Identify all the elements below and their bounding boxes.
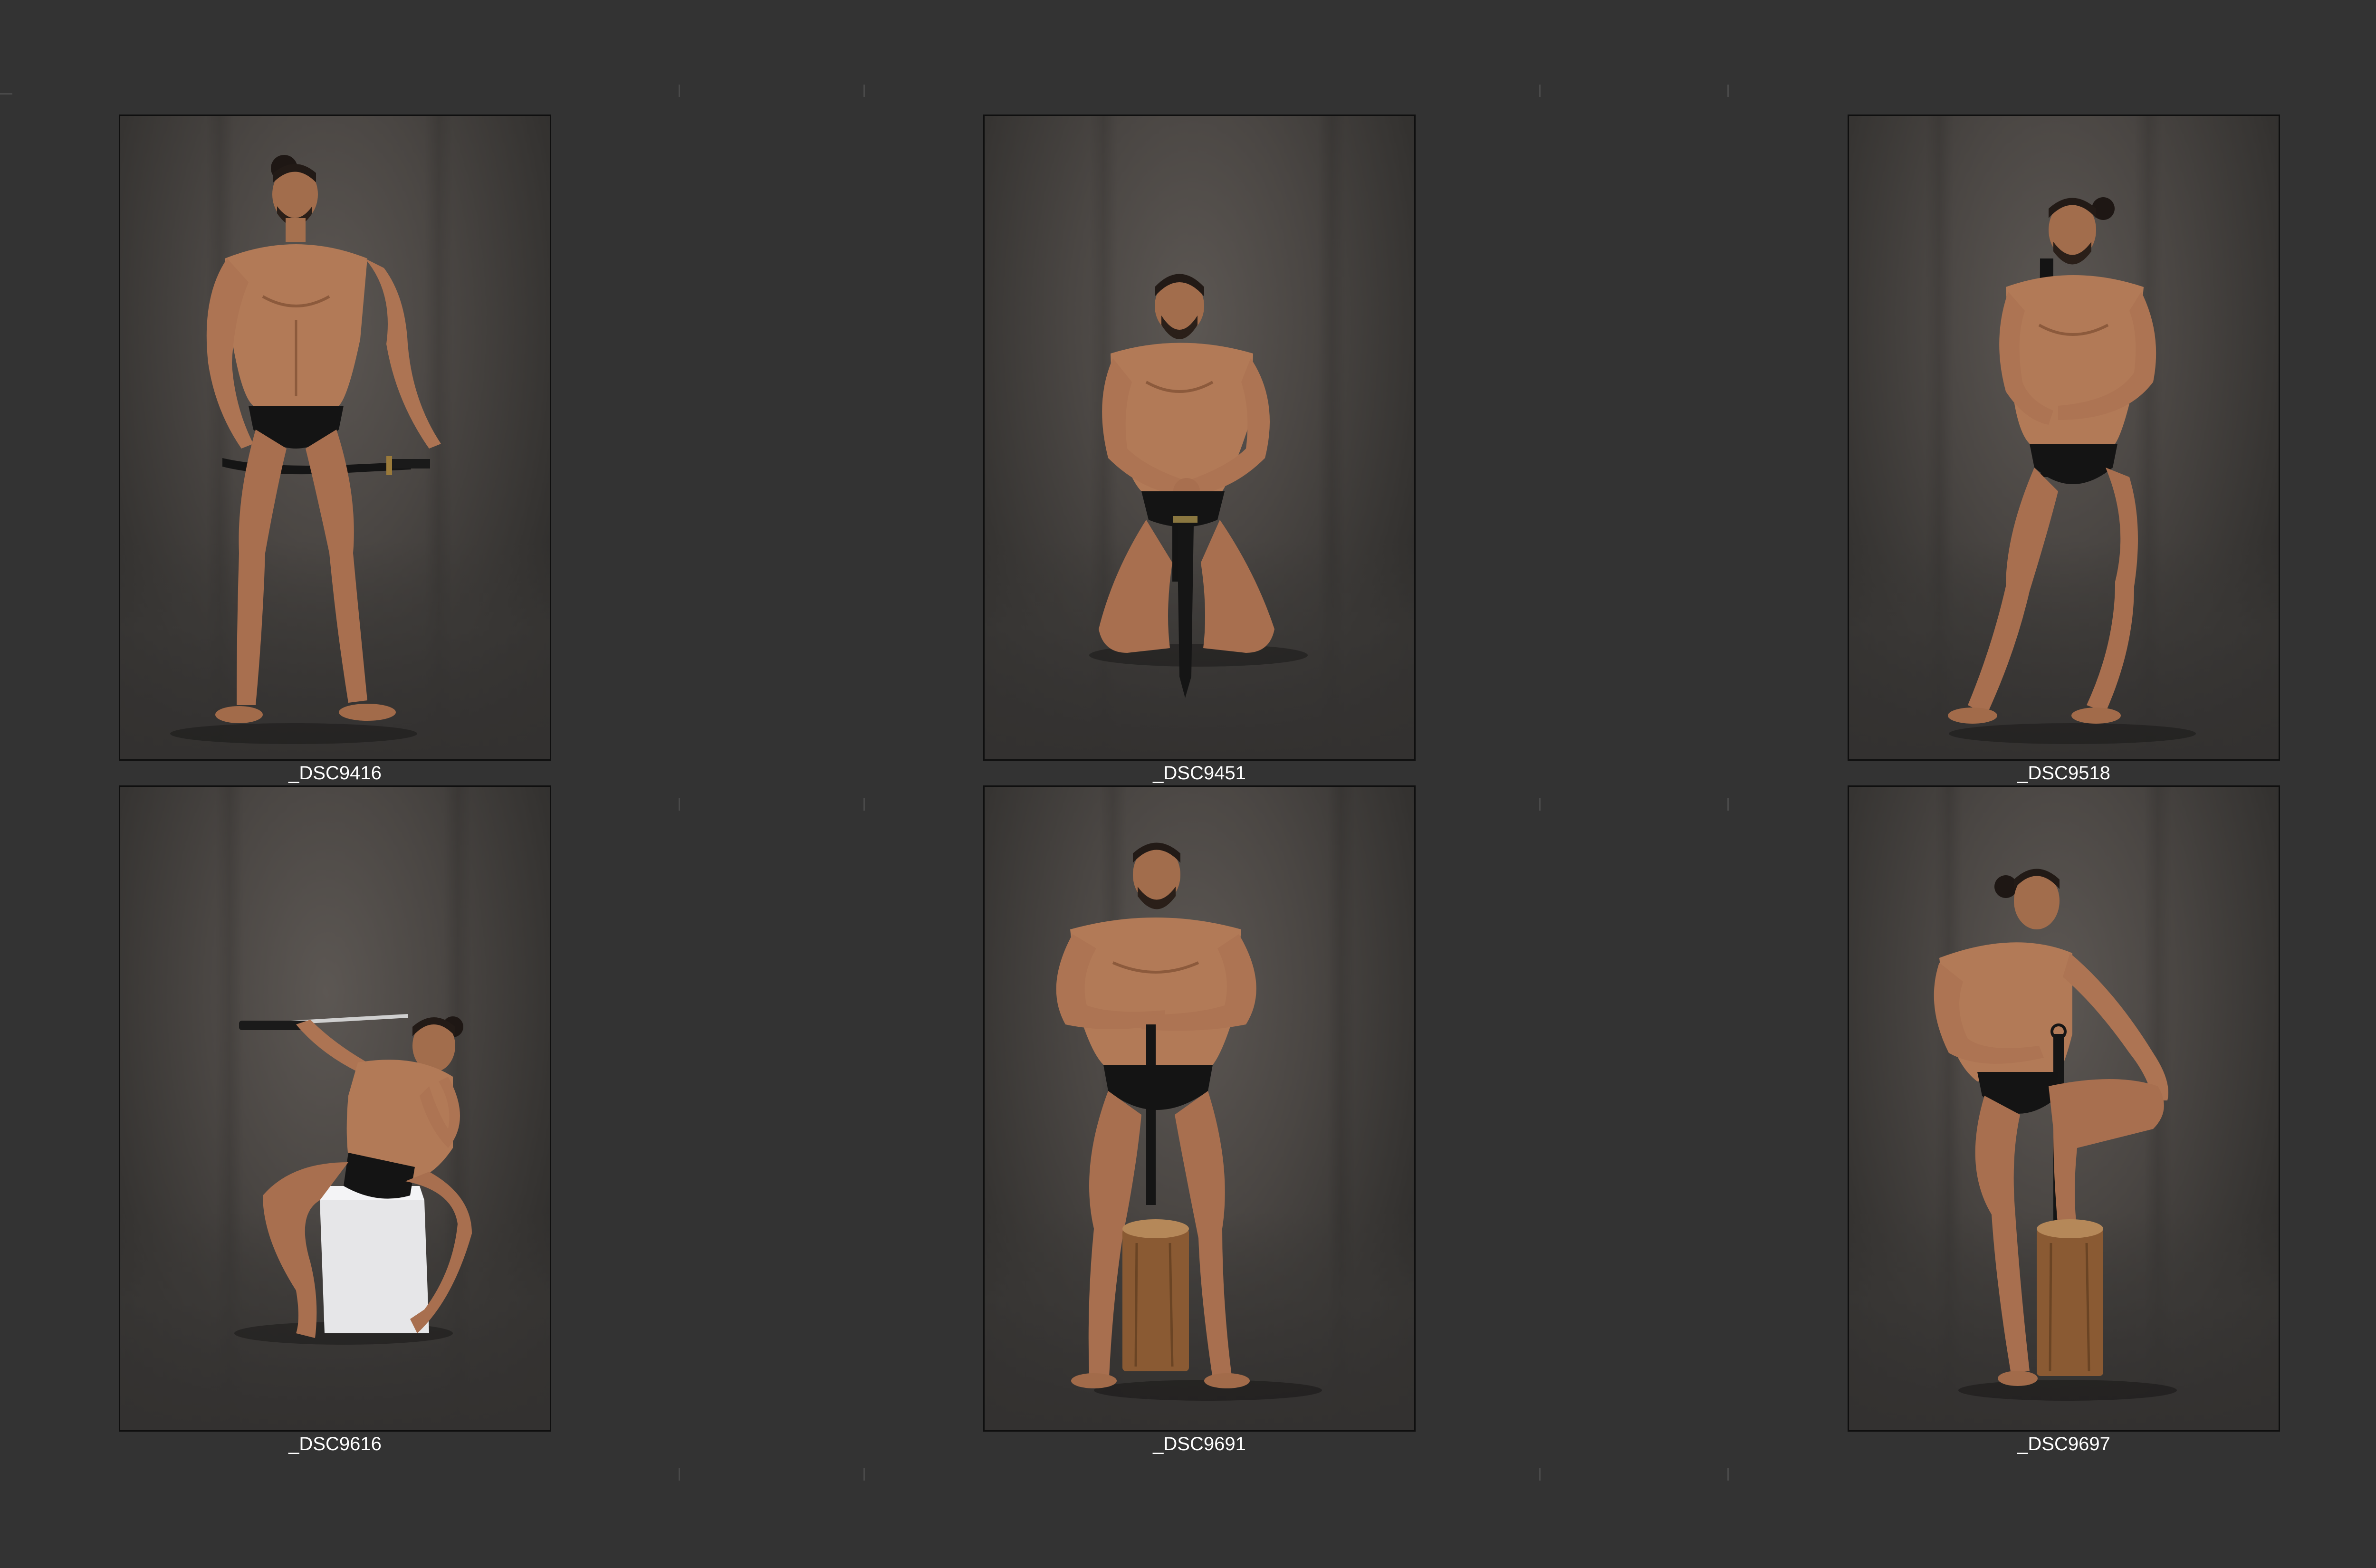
crop-mark bbox=[679, 798, 680, 811]
model-figure bbox=[1089, 274, 1308, 698]
photo-thumbnail[interactable] bbox=[983, 115, 1416, 761]
crop-mark bbox=[1727, 798, 1729, 811]
model-figure bbox=[1056, 842, 1322, 1401]
photo-filename: _DSC9451 bbox=[1153, 763, 1246, 784]
model-figure bbox=[234, 1014, 472, 1345]
photo-cell[interactable]: _DSC9518 bbox=[1848, 115, 2280, 784]
photo-cell[interactable]: _DSC9416 bbox=[119, 115, 551, 784]
photo-cell[interactable]: _DSC9451 bbox=[983, 115, 1416, 784]
model-figure bbox=[1934, 869, 2177, 1401]
photo-thumbnail[interactable] bbox=[983, 785, 1416, 1432]
crop-mark bbox=[1727, 85, 1729, 97]
photo-filename: _DSC9518 bbox=[2017, 763, 2110, 784]
model-figure bbox=[1948, 197, 2196, 744]
crop-mark bbox=[863, 798, 865, 811]
crop-mark bbox=[1539, 85, 1541, 97]
photo-thumbnail[interactable] bbox=[1848, 115, 2280, 761]
photo-thumbnail[interactable] bbox=[1848, 785, 2280, 1432]
photo-filename: _DSC9691 bbox=[1153, 1434, 1246, 1454]
crop-mark bbox=[679, 85, 680, 97]
crop-mark bbox=[1539, 1468, 1541, 1481]
contact-sheet-page: _DSC9416 _DSC9451 _DSC9518 _DSC9616 _DSC… bbox=[0, 0, 2376, 1568]
photo-filename: _DSC9416 bbox=[288, 763, 382, 784]
crop-mark bbox=[863, 1468, 865, 1481]
model-figure bbox=[170, 155, 441, 744]
photo-filename: _DSC9616 bbox=[288, 1434, 382, 1454]
crop-mark bbox=[1727, 1468, 1729, 1481]
photo-cell[interactable]: _DSC9616 bbox=[119, 785, 551, 1454]
crop-mark bbox=[1539, 798, 1541, 811]
photo-thumbnail[interactable] bbox=[119, 115, 551, 761]
crop-mark bbox=[679, 1468, 680, 1481]
photo-filename: _DSC9697 bbox=[2017, 1434, 2110, 1454]
photo-cell[interactable]: _DSC9691 bbox=[983, 785, 1416, 1454]
crop-mark bbox=[863, 85, 865, 97]
photo-thumbnail[interactable] bbox=[119, 785, 551, 1432]
photo-cell[interactable]: _DSC9697 bbox=[1848, 785, 2280, 1454]
crop-mark bbox=[0, 93, 12, 95]
